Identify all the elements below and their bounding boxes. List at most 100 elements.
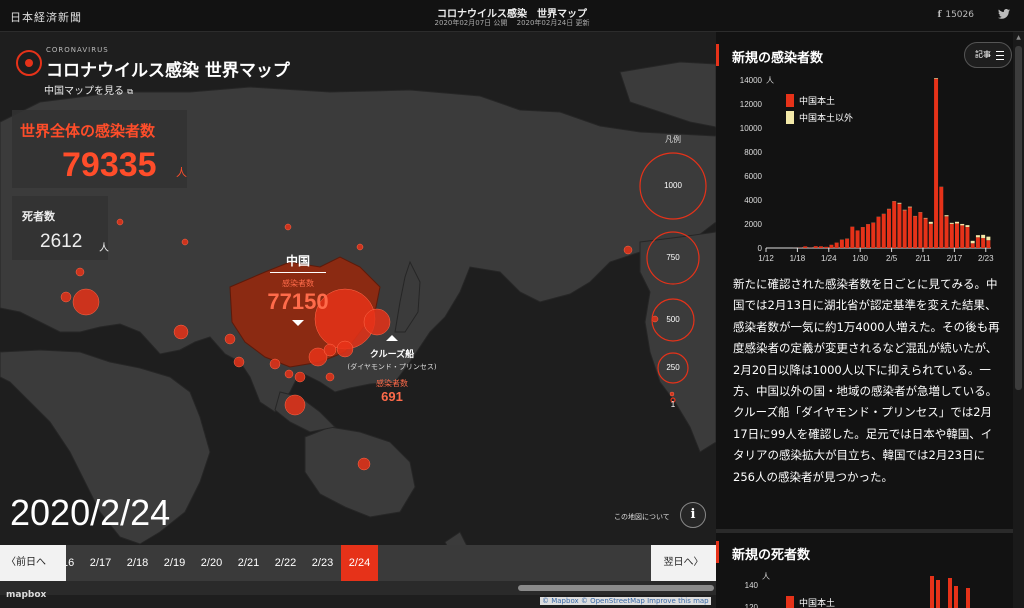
timeline-date-item[interactable]: 2/20 [193,545,230,581]
bar-mainland [803,246,808,248]
china-underline [270,272,326,273]
china-value: 77150 [267,289,329,314]
world-cases-box: 世界全体の感染者数 79335 人 [12,110,187,188]
case-bubble[interactable] [269,358,281,370]
timeline-date-item[interactable]: 2/19 [156,545,193,581]
timeline-date-item[interactable]: 2/18 [119,545,156,581]
article-button[interactable]: 記事 [964,42,1012,68]
bar-mainland [818,246,823,248]
twitter-icon[interactable] [998,9,1010,19]
bar-outside [981,234,986,239]
x-tick-label: 2/11 [915,254,931,262]
case-bubble[interactable] [233,356,245,368]
case-bubble[interactable] [357,457,371,471]
header-accent [716,44,719,66]
chevron-right-icon: 〉 [693,557,704,568]
y-tick-label: 0 [758,244,763,253]
facebook-share[interactable]: f 15026 [937,10,974,20]
bar-outside [960,223,965,226]
current-date: 2020/2/24 [10,492,171,533]
coronavirus-icon [16,50,42,76]
legend-label-750: 750 [666,253,680,262]
bar-mainland [850,226,855,248]
ship-name: クルーズ船 [369,350,415,360]
about-map-link[interactable]: この地図について [614,512,670,522]
legend-swatch-mainland [786,94,794,107]
scroll-up-icon[interactable]: ▲ [1015,34,1022,42]
y-unit-label: 人 [766,76,774,85]
case-bubble[interactable] [181,238,189,246]
case-bubble[interactable] [173,324,189,340]
scrollbar-thumb[interactable] [518,585,714,591]
case-bubble[interactable] [669,391,675,397]
case-bubble[interactable] [323,343,337,357]
info-icon[interactable]: i [680,502,706,528]
case-bubble[interactable] [284,223,292,231]
x-tick-label: 2/17 [947,254,963,262]
case-bubble[interactable] [356,243,364,251]
y-unit-label: 人 [762,572,770,581]
ship-value: 691 [381,389,403,404]
world-map[interactable]: CORONAVIRUS コロナウイルス感染 世界マップ 中国マップを見る ⧉ 世… [0,32,716,608]
bar-mainland [913,216,918,248]
timeline-date-item[interactable]: 2/21 [230,545,267,581]
y-tick-label: 120 [745,603,759,608]
bar-outside [897,202,902,204]
menu-lines-icon [996,51,1004,60]
china-annotation[interactable]: 中国 感染者数 77150 [260,252,336,315]
case-bubble[interactable] [72,288,100,316]
case-bubble[interactable] [284,394,306,416]
case-bubble[interactable] [363,308,391,336]
new-deaths-title: 新規の死者数 [732,548,811,563]
case-bubble[interactable] [75,267,85,277]
legend-label-1000: 1000 [664,181,682,190]
external-link-icon: ⧉ [127,87,133,96]
panel-scrollbar-thumb[interactable] [1015,46,1022,390]
timeline-date-item[interactable]: 2/17 [82,545,119,581]
header-accent [716,541,719,563]
bar-outside [944,215,949,217]
bar-mainland [975,237,980,248]
article-button-label: 記事 [975,50,991,59]
timeline-date-item[interactable]: 2/24 [341,545,378,581]
bar-mainland [839,239,844,248]
case-bubble[interactable] [60,291,72,303]
map-title: コロナウイルス感染 世界マップ [46,61,290,81]
y-tick-label: 2000 [744,220,762,229]
next-day-button[interactable]: 翌日へ〉 [651,545,716,581]
x-tick-label: 1/12 [758,254,774,262]
bar-outside [934,78,939,79]
case-bubble[interactable] [623,245,633,255]
bar-mainland [907,207,912,248]
panel-scrollbar[interactable]: ▲ [1013,32,1024,608]
y-tick-label: 6000 [744,172,762,181]
case-bubble[interactable] [325,372,335,382]
timeline-scrollbar[interactable] [0,581,716,595]
article-body: 新たに確認された感染者数を日ごとに見てみる。中国では2月13日に湖北省が認定基準… [733,277,1000,484]
bar-mainland [928,223,933,248]
ship-annotation[interactable]: クルーズ船 (ダイヤモンド・プリンセス) 感染者数 691 [340,347,444,404]
bar-deaths [966,588,970,608]
deaths-value: 2612 [40,231,83,252]
bar-mainland [860,227,865,248]
publish-dates: 2020年02月07日 公開 2020年02月24日 更新 [434,19,590,27]
world-cases-unit: 人 [176,166,187,179]
prev-day-button[interactable]: 〈前日へ [0,545,66,581]
map-kicker: CORONAVIRUS [46,46,109,54]
timeline-date-item[interactable]: 2/23 [304,545,341,581]
timeline-date-item[interactable]: 2/22 [267,545,304,581]
map-attribution[interactable]: © Mapbox © OpenStreetMap Improve this ma… [540,597,711,605]
x-tick-label: 2/23 [978,254,994,262]
bar-mainland [923,218,928,248]
case-bubble[interactable] [284,369,294,379]
bar-mainland [886,209,891,248]
china-map-link-label: 中国マップを見る [44,86,124,97]
side-panel: 新規の感染者数 記事 0 2000 4000 6000 8000 10000 12000 14… [716,32,1024,608]
mapbox-logo[interactable]: mapbox [6,590,46,600]
china-map-link[interactable]: 中国マップを見る ⧉ [44,82,133,97]
bar-outside [955,221,959,224]
case-bubble[interactable] [116,218,124,226]
case-bubble[interactable] [294,371,306,383]
case-bubble[interactable] [224,333,236,345]
china-name: 中国 [285,254,310,268]
